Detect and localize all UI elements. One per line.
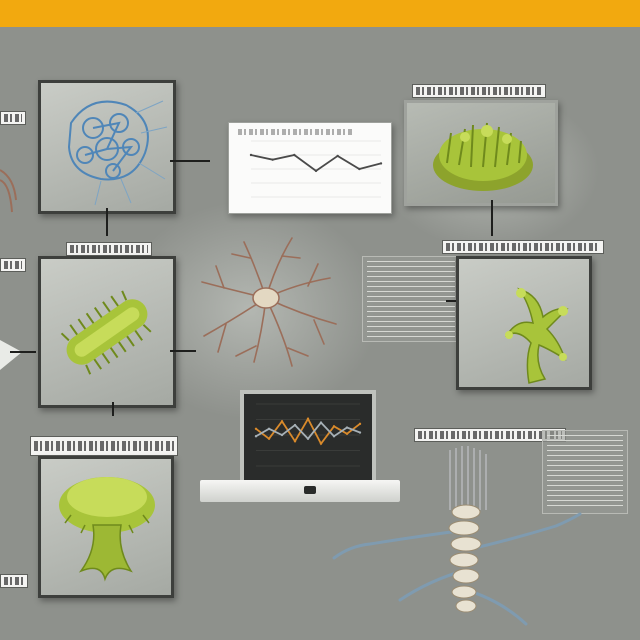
moss-specimen-panel <box>404 100 558 206</box>
line-chart-card <box>228 122 392 214</box>
algae-specimen-panel <box>38 256 176 408</box>
chart-point <box>293 153 296 157</box>
chart-point <box>293 423 297 427</box>
chart-point <box>332 435 336 438</box>
connector-line <box>491 200 493 236</box>
chart-point <box>249 153 253 157</box>
algae-rod-icon <box>60 290 152 375</box>
chart-point <box>345 426 349 429</box>
neuron-cell <box>196 228 340 368</box>
moss-specimen-icon <box>433 122 533 191</box>
chart-point <box>280 433 284 437</box>
label-strip <box>412 84 546 98</box>
chart-point <box>336 154 339 158</box>
line-chart-icon <box>249 140 383 198</box>
chart-point <box>254 435 258 438</box>
chart-series-line <box>250 154 382 172</box>
mushroom-specimen-panel <box>38 456 174 598</box>
branching-moss-icon <box>504 287 569 384</box>
chart-point <box>293 440 297 443</box>
label-strip <box>30 436 178 456</box>
chart-point <box>358 431 362 434</box>
connector-line <box>106 208 108 236</box>
chart-point <box>314 169 318 173</box>
branching-moss-panel <box>456 256 592 390</box>
top-banner <box>0 0 640 27</box>
connector-line <box>112 402 114 416</box>
root-fragment <box>0 150 24 220</box>
network-specimen-panel <box>38 80 176 214</box>
chart-point <box>267 437 271 440</box>
connector-line <box>170 350 196 352</box>
chart-point <box>271 158 274 161</box>
neuron-cell-icon <box>201 237 337 367</box>
chart-point <box>319 442 323 445</box>
chart-point <box>306 417 310 421</box>
connector-line <box>170 160 210 162</box>
connector-line <box>446 300 456 302</box>
chart-point <box>358 422 362 426</box>
label-strip <box>442 240 604 254</box>
label-strip-fragment <box>0 111 26 125</box>
root-spine-icon <box>332 446 582 626</box>
network-diagram-icon <box>67 100 168 206</box>
chart-point <box>319 421 323 424</box>
mushroom-colony-icon <box>59 477 155 582</box>
laptop-trackpad <box>304 486 316 494</box>
root-spine-specimen <box>330 440 600 630</box>
chart-point <box>345 432 349 435</box>
chart-point <box>280 420 284 423</box>
chart-point <box>332 425 336 428</box>
label-strip-fragment <box>0 574 28 588</box>
arrow-fragment <box>0 330 36 380</box>
chart-point <box>254 427 258 430</box>
chart-point <box>306 437 310 440</box>
text-block <box>362 256 460 342</box>
chart-point <box>358 167 361 171</box>
label-strip-fragment <box>0 258 26 272</box>
chart-point <box>267 427 271 430</box>
chart-point <box>379 162 383 165</box>
label-strip <box>66 242 152 256</box>
